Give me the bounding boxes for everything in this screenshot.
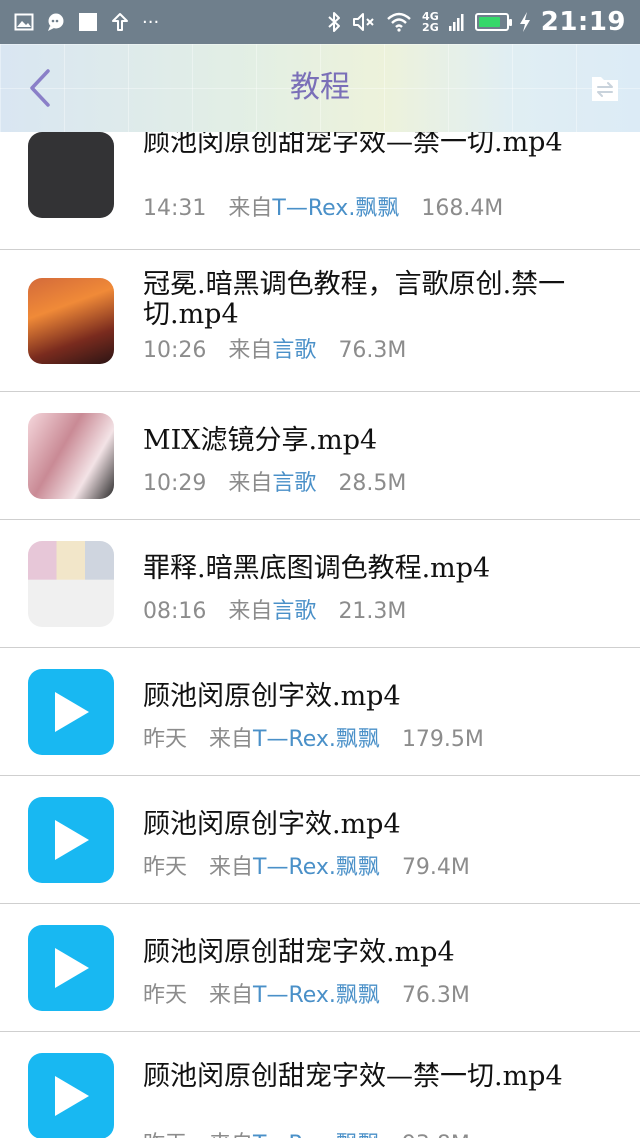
- file-name: 顾池闵原创字效.mp4: [143, 681, 401, 712]
- file-name: 顾池闵原创甜宠字效—禁一切.mp4: [143, 132, 563, 158]
- file-from-label: 来自: [209, 727, 254, 752]
- play-icon: [55, 692, 89, 732]
- file-meta: 昨天 来自T—Rex.飘飘 179.5M: [143, 721, 484, 753]
- page-title: 教程: [290, 70, 350, 105]
- file-time: 昨天: [143, 983, 188, 1008]
- network-type: 4G 2G: [422, 11, 439, 33]
- file-meta: 14:31 来自T—Rex.飘飘 168.4M: [143, 190, 503, 222]
- file-row[interactable]: 罪释.暗黑底图调色教程.mp4 08:16 来自言歌 21.3M: [0, 520, 640, 648]
- more-notifications-icon: ···: [142, 11, 160, 33]
- switch-icon: [592, 77, 618, 101]
- file-row[interactable]: 顾池闵原创字效.mp4 昨天 来自T—Rex.飘飘 179.5M: [0, 648, 640, 776]
- battery-level: [478, 17, 500, 27]
- file-name: 顾池闵原创甜宠字效—禁一切.mp4: [143, 1061, 563, 1092]
- file-size: 21.3M: [338, 599, 407, 624]
- video-thumbnail: [28, 669, 114, 755]
- file-size: 79.4M: [401, 855, 470, 880]
- status-bar-left: ···: [0, 12, 159, 33]
- file-row[interactable]: 顾池闵原创字效.mp4 昨天 来自T—Rex.飘飘 79.4M: [0, 776, 640, 904]
- file-time: 08:16: [143, 599, 207, 624]
- file-meta: 昨天 来自T—Rex.飘飘 93.8M: [143, 1126, 470, 1138]
- file-time: 昨天: [143, 855, 188, 880]
- file-sender[interactable]: T—Rex.飘飘: [272, 196, 399, 221]
- video-thumbnail: [28, 797, 114, 883]
- file-from-label: 来自: [209, 983, 254, 1008]
- play-icon: [55, 1076, 89, 1116]
- file-list: 顾池闵原创甜宠字效—禁一切.mp4 14:31 来自T—Rex.飘飘 168.4M 冠冕…: [0, 132, 640, 1138]
- header: 教程: [0, 44, 640, 132]
- file-thumbnail: [28, 278, 114, 364]
- file-size: 76.3M: [401, 983, 470, 1008]
- file-sender[interactable]: T—Rex.飘飘: [253, 727, 380, 752]
- file-name: MIX滤镜分享.mp4: [143, 425, 378, 456]
- file-thumbnail: [28, 132, 114, 218]
- file-sender[interactable]: 言歌: [272, 338, 316, 363]
- file-sender[interactable]: T—Rex.飘飘: [253, 855, 380, 880]
- wifi-icon: [386, 12, 412, 32]
- file-from-label: 来自: [228, 338, 273, 363]
- file-from-label: 来自: [228, 196, 273, 221]
- file-thumbnail: [28, 541, 114, 627]
- file-name: 顾池闵原创甜宠字效.mp4: [143, 937, 455, 968]
- file-list-content: 顾池闵原创甜宠字效—禁一切.mp4 14:31 来自T—Rex.飘飘 168.4M 冠冕…: [0, 132, 640, 1138]
- file-name: 罪释.暗黑底图调色教程.mp4: [143, 553, 491, 584]
- network-type-bottom: 2G: [422, 21, 439, 34]
- status-bar-right: 4G 2G 21:19: [326, 7, 640, 37]
- status-time: 21:19: [540, 7, 626, 37]
- chat-icon: [46, 12, 66, 32]
- bluetooth-icon: [326, 11, 342, 33]
- file-name: 顾池闵原创字效.mp4: [143, 809, 401, 840]
- file-sender[interactable]: T—Rex.飘飘: [253, 983, 380, 1008]
- video-thumbnail: [28, 1053, 114, 1138]
- file-row[interactable]: MIX滤镜分享.mp4 10:29 来自言歌 28.5M: [0, 392, 640, 520]
- file-time: 昨天: [143, 1132, 187, 1138]
- file-time: 10:26: [143, 338, 207, 363]
- file-size: 28.5M: [338, 471, 407, 496]
- charging-icon: [519, 11, 531, 33]
- play-icon: [55, 820, 89, 860]
- battery-icon: [474, 13, 512, 31]
- status-bar: ··· 4G 2G 21:19: [0, 0, 640, 44]
- image-icon: [14, 12, 34, 32]
- file-size: 168.4M: [421, 196, 504, 221]
- file-meta: 08:16 来自言歌 21.3M: [143, 593, 406, 625]
- square-icon: [78, 12, 98, 32]
- file-row[interactable]: 顾池闵原创甜宠字效—禁一切.mp4 14:31 来自T—Rex.飘飘 168.4M: [0, 132, 640, 250]
- file-time: 昨天: [143, 727, 188, 752]
- file-from-label: 来自: [209, 1132, 253, 1138]
- file-from-label: 来自: [209, 855, 254, 880]
- file-row[interactable]: 冠冕.暗黑调色教程，言歌原创.禁一切.mp4 10:26 来自言歌 76.3M: [0, 250, 640, 392]
- file-time: 14:31: [143, 196, 207, 221]
- file-row[interactable]: 顾池闵原创甜宠字效—禁一切.mp4 昨天 来自T—Rex.飘飘 93.8M: [0, 1032, 640, 1138]
- file-meta: 10:26 来自言歌 76.3M: [143, 332, 406, 364]
- play-icon: [55, 948, 89, 988]
- file-sender[interactable]: 言歌: [272, 599, 316, 624]
- file-size: 76.3M: [338, 338, 407, 363]
- file-from-label: 来自: [228, 599, 273, 624]
- file-meta: 10:29 来自言歌 28.5M: [143, 465, 406, 497]
- file-sender[interactable]: 言歌: [272, 471, 316, 496]
- file-row[interactable]: 顾池闵原创甜宠字效.mp4 昨天 来自T—Rex.飘飘 76.3M: [0, 904, 640, 1032]
- upload-icon: [110, 12, 130, 32]
- signal-icon: [448, 13, 465, 31]
- file-time: 10:29: [143, 471, 207, 496]
- file-size: 179.5M: [401, 727, 484, 752]
- file-name: 冠冕.暗黑调色教程，言歌原创.禁一切.mp4: [143, 269, 566, 330]
- file-from-label: 来自: [228, 471, 273, 496]
- file-sender[interactable]: T—Rex.飘飘: [253, 1132, 380, 1138]
- file-thumbnail: [28, 413, 114, 499]
- file-meta: 昨天 来自T—Rex.飘飘 79.4M: [143, 849, 470, 881]
- mute-icon: [352, 12, 376, 32]
- file-size: 93.8M: [402, 1132, 470, 1138]
- video-thumbnail: [28, 925, 114, 1011]
- file-meta: 昨天 来自T—Rex.飘飘 76.3M: [143, 977, 470, 1009]
- switch-button[interactable]: [590, 74, 620, 104]
